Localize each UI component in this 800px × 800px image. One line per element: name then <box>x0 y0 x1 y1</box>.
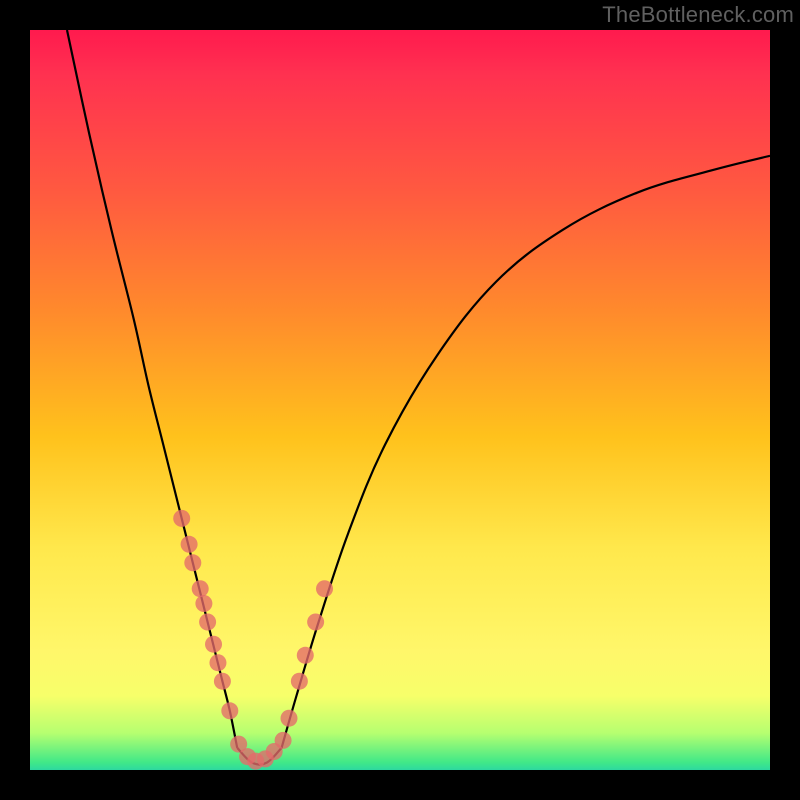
highlight-dot <box>205 636 222 653</box>
highlight-dot <box>275 732 292 749</box>
highlight-dot <box>195 595 212 612</box>
highlight-dot <box>192 580 209 597</box>
highlight-dot <box>297 647 314 664</box>
plot-area <box>30 30 770 770</box>
highlight-dot <box>184 554 201 571</box>
highlight-dot <box>173 510 190 527</box>
highlight-dot <box>316 580 333 597</box>
highlight-dot <box>221 702 238 719</box>
outer-frame: TheBottleneck.com <box>0 0 800 800</box>
highlight-dot <box>291 673 308 690</box>
highlight-dot <box>214 673 231 690</box>
highlight-dot <box>209 654 226 671</box>
highlight-dot <box>181 536 198 553</box>
highlight-dots-group <box>173 510 333 770</box>
curve-right-branch <box>282 156 770 748</box>
highlight-dot <box>307 614 324 631</box>
highlight-dot <box>199 614 216 631</box>
highlight-dot <box>281 710 298 727</box>
chart-svg <box>30 30 770 770</box>
watermark-text: TheBottleneck.com <box>602 2 794 28</box>
